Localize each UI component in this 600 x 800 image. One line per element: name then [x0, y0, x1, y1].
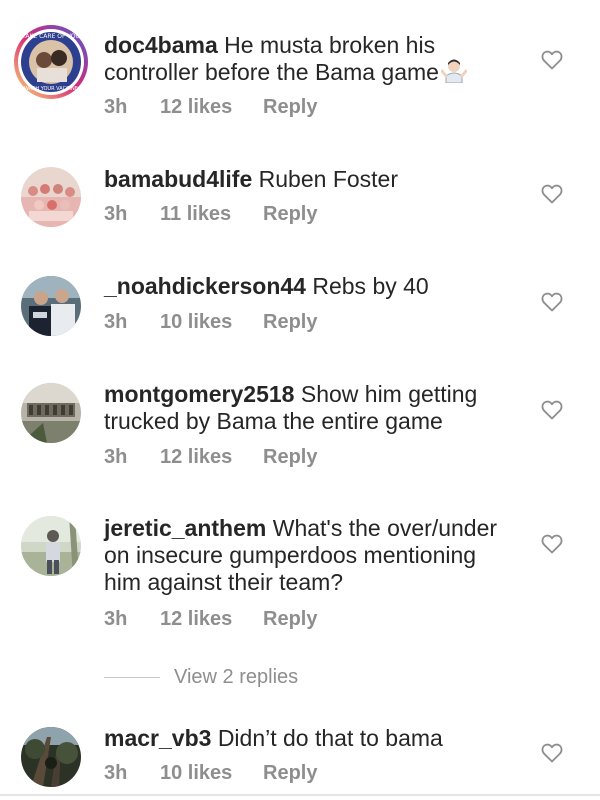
avatar-story-ring[interactable]: TAKE CARE OF YOU WASH YOUR VACCINE — [13, 24, 89, 100]
comment-timestamp: 3h — [104, 96, 128, 118]
replies-divider-line — [104, 676, 160, 678]
ring-text-bottom: WASH YOUR VACCINE — [24, 86, 78, 92]
comment-meta: 3h 10 likes Reply — [104, 311, 317, 334]
comment-username[interactable]: bamabud4life — [104, 166, 252, 192]
comment-username[interactable]: doc4bama — [104, 32, 218, 58]
comment-meta: 3h 10 likes Reply — [104, 762, 317, 785]
reply-button[interactable]: Reply — [263, 608, 317, 631]
comment-text: Didn’t do that to bama — [217, 725, 443, 751]
reply-button[interactable]: Reply — [263, 311, 317, 334]
comment-timestamp: 3h — [104, 608, 128, 630]
comment-body: jeretic_anthem What's the over/under on … — [104, 515, 514, 596]
ring-text-top: TAKE CARE OF YOU — [21, 33, 80, 40]
comment-text: Rebs by 40 — [312, 273, 429, 299]
comment-likes[interactable]: 12 likes — [160, 608, 263, 631]
reply-button[interactable]: Reply — [263, 762, 317, 785]
comment-timestamp: 3h — [104, 446, 128, 468]
comment-timestamp: 3h — [104, 311, 128, 333]
heart-outline-icon[interactable] — [541, 50, 563, 70]
avatar[interactable] — [21, 383, 81, 443]
comment-likes[interactable]: 10 likes — [160, 311, 263, 334]
view-replies-label: View 2 replies — [174, 665, 299, 688]
comment-body: doc4bama He musta broken his controller … — [104, 32, 514, 89]
person-shrugging-emoji-icon — [440, 59, 468, 89]
comment-timestamp: 3h — [104, 203, 128, 225]
comment-meta: 3h 12 likes Reply — [104, 608, 317, 631]
heart-outline-icon[interactable] — [541, 292, 563, 312]
comments-list: TAKE CARE OF YOU WASH YOUR VACCINE doc4b… — [0, 0, 600, 800]
comment-body: montgomery2518 Show him getting trucked … — [104, 381, 514, 435]
view-replies-button[interactable]: View 2 replies — [104, 664, 298, 690]
comment-timestamp: 3h — [104, 762, 128, 784]
reply-button[interactable]: Reply — [263, 446, 317, 469]
avatar[interactable] — [21, 727, 81, 787]
comment-likes[interactable]: 12 likes — [160, 96, 263, 119]
comment-text: Ruben Foster — [258, 166, 399, 192]
comment-likes[interactable]: 12 likes — [160, 446, 263, 469]
reply-button[interactable]: Reply — [263, 96, 317, 119]
heart-outline-icon[interactable] — [541, 400, 563, 420]
comment-username[interactable]: jeretic_anthem — [104, 515, 266, 541]
comment-body: macr_vb3 Didn’t do that to bama — [104, 725, 514, 752]
avatar[interactable] — [21, 516, 81, 576]
comment-meta: 3h 11 likes Reply — [104, 203, 317, 226]
comment-meta: 3h 12 likes Reply — [104, 446, 317, 469]
bottom-divider — [0, 794, 600, 796]
heart-outline-icon[interactable] — [541, 743, 563, 763]
heart-outline-icon[interactable] — [541, 534, 563, 554]
comment-meta: 3h 12 likes Reply — [104, 96, 317, 119]
comment-username[interactable]: montgomery2518 — [104, 381, 294, 407]
comment-likes[interactable]: 11 likes — [160, 203, 263, 226]
comment-body: _noahdickerson44 Rebs by 40 — [104, 273, 514, 300]
comment-body: bamabud4life Ruben Foster — [104, 166, 514, 193]
comment-username[interactable]: macr_vb3 — [104, 725, 211, 751]
reply-button[interactable]: Reply — [263, 203, 317, 226]
heart-outline-icon[interactable] — [541, 184, 563, 204]
avatar[interactable] — [21, 167, 81, 227]
comment-likes[interactable]: 10 likes — [160, 762, 263, 785]
avatar[interactable] — [21, 276, 81, 336]
comment-username[interactable]: _noahdickerson44 — [104, 273, 306, 299]
